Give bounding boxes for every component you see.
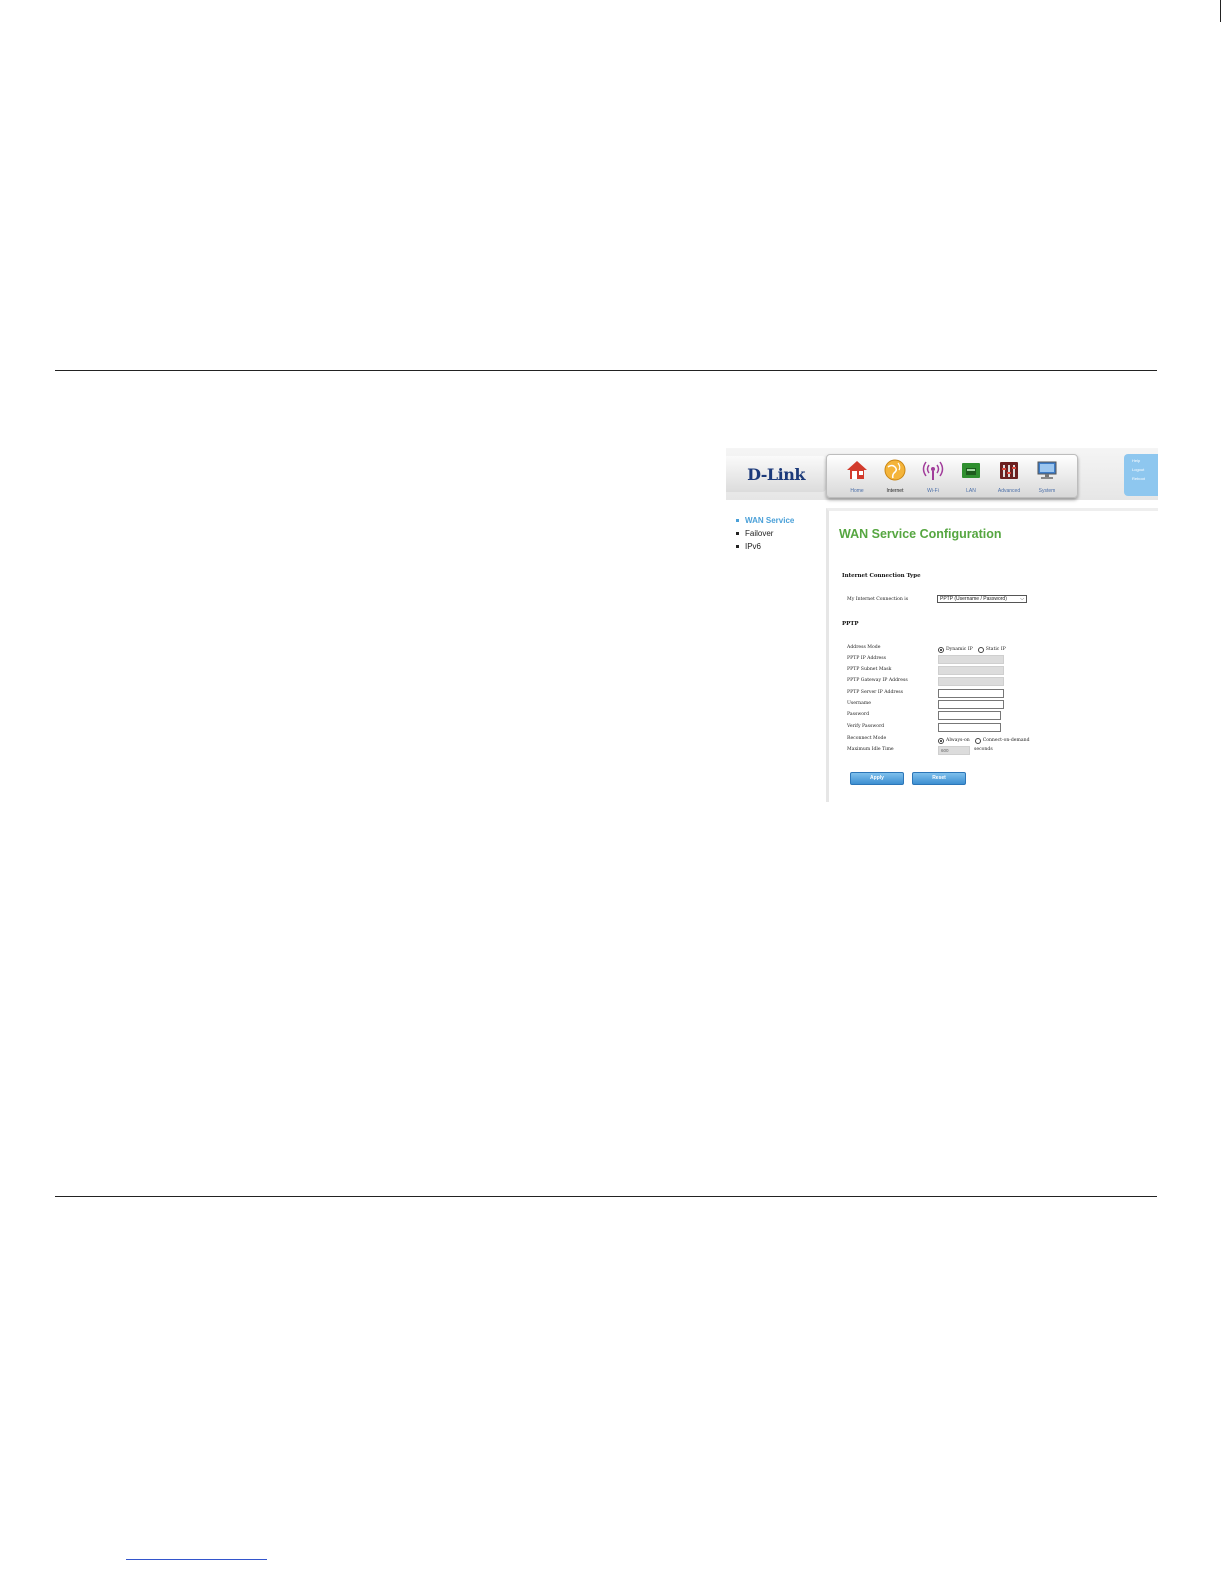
pptp-ip-row: PPTP IP Address (847, 655, 1147, 665)
username-field[interactable] (938, 700, 1004, 709)
nav-wifi[interactable]: Wi-Fi (915, 459, 951, 495)
always-on-label: Always-on (946, 738, 970, 743)
connection-label: My Internet Connection is (847, 597, 909, 602)
password-row: Password (847, 711, 1147, 721)
address-mode-row: Address Mode Dynamic IP Static IP (847, 644, 1147, 654)
globe-icon (884, 459, 906, 481)
password-field[interactable] (938, 711, 1001, 720)
pptp-subnet-field[interactable] (938, 666, 1004, 675)
page-title: WAN Service Configuration (839, 527, 1002, 541)
bottom-divider (55, 1196, 1157, 1197)
nav-system[interactable]: System (1029, 459, 1065, 495)
nav-lan[interactable]: LAN (953, 459, 989, 495)
footer-link-underline (126, 1559, 267, 1560)
verify-password-row: Verify Password (847, 723, 1147, 733)
pptp-gateway-row: PPTP Gateway IP Address (847, 677, 1147, 687)
verify-password-field[interactable] (938, 723, 1001, 732)
dlink-logo: D-Link (726, 456, 826, 492)
wifi-icon (922, 461, 944, 480)
sidebar-item-label: WAN Service (745, 516, 795, 525)
always-on-radio[interactable] (938, 737, 944, 744)
nav-advanced[interactable]: Advanced (991, 459, 1027, 495)
address-mode-label: Address Mode (847, 645, 881, 650)
address-mode-radios: Dynamic IP Static IP (938, 645, 1006, 654)
idle-time-row: Maximum Idle Time 600 seconds (847, 746, 1147, 756)
reconnect-mode-row: Reconnect Mode Always-on Connect-on-dema… (847, 735, 1147, 745)
bullet-icon (736, 545, 739, 548)
pptp-ip-label: PPTP IP Address (847, 656, 886, 661)
sidebar-item-label: IPv6 (745, 542, 762, 551)
advanced-icon (1000, 462, 1018, 479)
pptp-gateway-field[interactable] (938, 677, 1004, 686)
top-divider (55, 370, 1157, 371)
connect-on-demand-label: Connect-on-demand (982, 738, 1030, 743)
pptp-server-label: PPTP Server IP Address (847, 690, 904, 695)
verify-password-label: Verify Password (847, 724, 885, 729)
idle-time-unit: seconds (974, 747, 993, 752)
sidebar-item-wan-service[interactable]: WAN Service (736, 514, 816, 527)
idle-time-label: Maximum Idle Time (847, 747, 894, 752)
lan-icon (962, 463, 980, 478)
idle-time-field[interactable]: 600 (938, 746, 970, 755)
header-band: D-Link Home Internet Wi-Fi LAN Advanced … (726, 448, 1158, 500)
dynamic-ip-label: Dynamic IP (946, 647, 973, 652)
idle-time-control: 600 seconds (938, 746, 1018, 755)
connection-type-select[interactable]: PPTP (Username / Password) ⌵ (937, 595, 1027, 603)
dynamic-ip-radio[interactable] (938, 646, 944, 653)
chevron-down-icon: ⌵ (1020, 596, 1024, 602)
username-label: Username (847, 701, 871, 706)
pptp-server-row: PPTP Server IP Address (847, 689, 1147, 699)
help-panel: Help Logout Reboot (1124, 454, 1158, 496)
static-ip-radio[interactable] (977, 646, 984, 653)
pptp-server-field[interactable] (938, 689, 1004, 698)
pptp-subnet-row: PPTP Subnet Mask (847, 666, 1147, 676)
home-icon (847, 461, 867, 479)
bullet-icon (736, 519, 739, 522)
connect-on-demand-radio[interactable] (974, 737, 981, 744)
sidebar-item-ipv6[interactable]: IPv6 (736, 540, 816, 553)
nav-home[interactable]: Home (839, 459, 875, 495)
reset-button[interactable]: Reset (912, 772, 966, 785)
help-link[interactable]: Help (1132, 458, 1158, 463)
password-label: Password (847, 712, 870, 717)
section-title-connection: Internet Connection Type (842, 573, 921, 579)
static-ip-label: Static IP (985, 647, 1006, 652)
section-title-pptp: PPTP (842, 621, 859, 627)
router-ui-screenshot: D-Link Home Internet Wi-Fi LAN Advanced … (726, 448, 1158, 802)
nav-internet[interactable]: Internet (877, 459, 913, 495)
apply-button[interactable]: Apply (850, 772, 904, 785)
monitor-icon (1037, 461, 1057, 479)
logout-link[interactable]: Logout (1132, 467, 1158, 472)
corner-rule (1220, 0, 1221, 22)
bullet-icon (736, 532, 739, 535)
main-nav: Home Internet Wi-Fi LAN Advanced System (826, 454, 1078, 498)
pptp-subnet-label: PPTP Subnet Mask (847, 667, 892, 672)
username-row: Username (847, 700, 1147, 710)
reconnect-mode-label: Reconnect Mode (847, 736, 887, 741)
sidebar-item-failover[interactable]: Failover (736, 527, 816, 540)
reconnect-mode-radios: Always-on Connect-on-demand (938, 736, 1030, 745)
main-panel: WAN Service Configuration Internet Conne… (826, 508, 1158, 802)
reboot-link[interactable]: Reboot (1132, 476, 1158, 481)
pptp-gateway-label: PPTP Gateway IP Address (847, 678, 908, 683)
pptp-ip-field[interactable] (938, 655, 1004, 664)
sidebar: WAN Service Failover IPv6 (736, 514, 816, 553)
sidebar-item-label: Failover (745, 529, 774, 538)
